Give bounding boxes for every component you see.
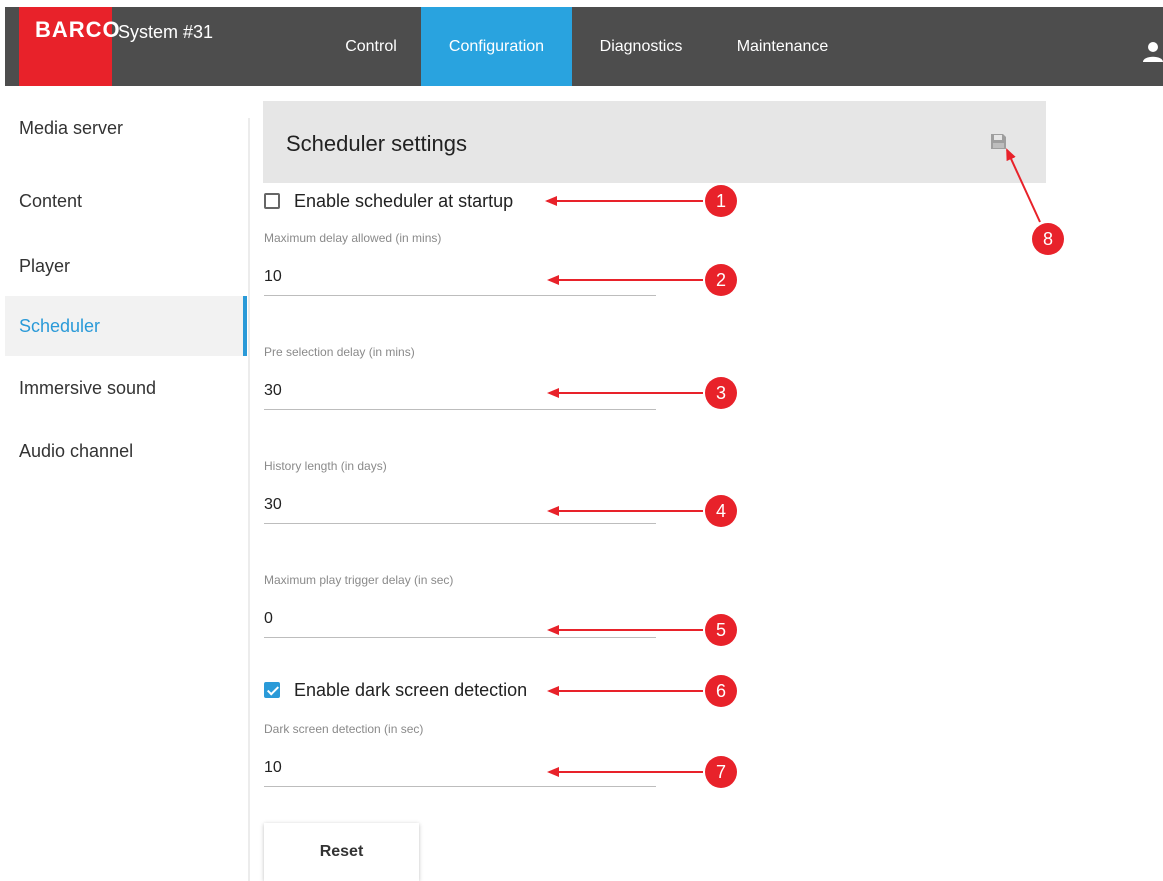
callout-8: 8 bbox=[1032, 223, 1064, 255]
annotation-arrows bbox=[545, 148, 1041, 777]
callout-7: 7 bbox=[705, 756, 737, 788]
callout-5: 5 bbox=[705, 614, 737, 646]
callout-4: 4 bbox=[705, 495, 737, 527]
callout-6: 6 bbox=[705, 675, 737, 707]
callout-3: 3 bbox=[705, 377, 737, 409]
callout-1: 1 bbox=[705, 185, 737, 217]
callout-2: 2 bbox=[705, 264, 737, 296]
